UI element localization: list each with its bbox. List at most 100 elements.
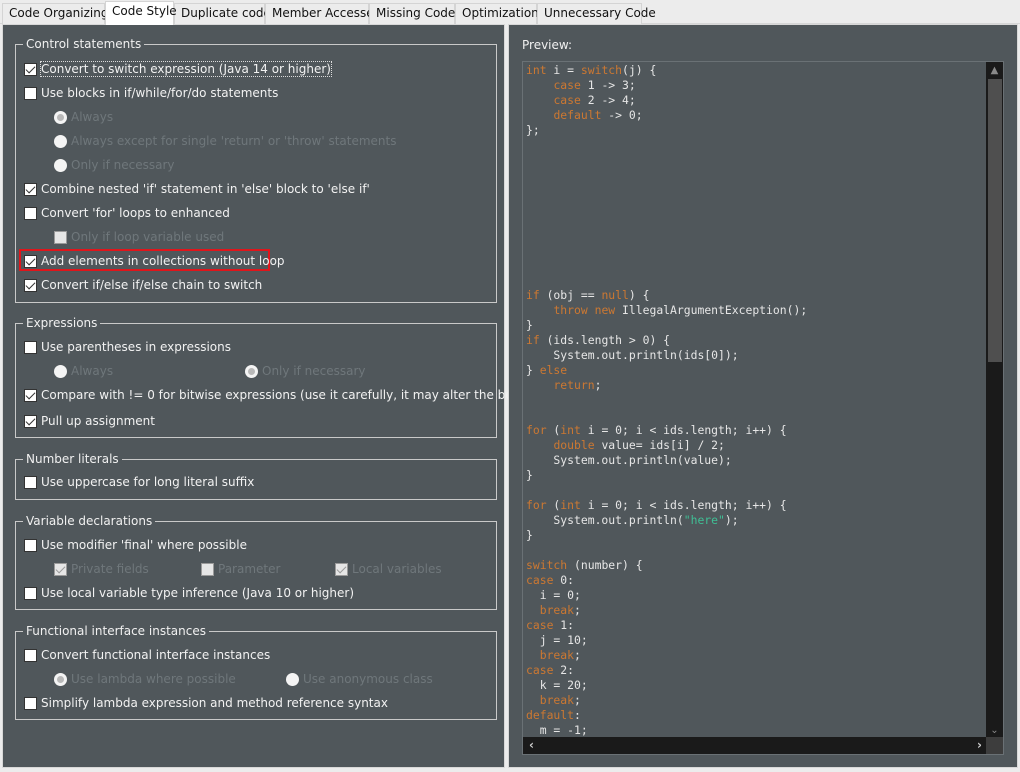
uppercase-suffix-checkbox[interactable]: Use uppercase for long literal suffix: [24, 473, 254, 491]
radio-label: Always: [71, 364, 114, 378]
convert-ifelse-checkbox[interactable]: Convert if/else if/else chain to switch: [24, 276, 262, 294]
vertical-scrollbar[interactable]: ▲ ⌄: [986, 62, 1003, 739]
checkbox-box[interactable]: [24, 182, 37, 196]
group-expressions: Expressions Use parentheses in expressio…: [15, 315, 555, 438]
tab-member-accesses[interactable]: Member Accesses: [265, 3, 380, 24]
use-lambda-radio[interactable]: Use lambda where possible: [54, 670, 236, 688]
checkbox-box[interactable]: [24, 206, 37, 220]
checkbox-box[interactable]: [24, 278, 37, 292]
checkbox-label: Local variables: [352, 562, 442, 576]
radio-circle[interactable]: [54, 672, 67, 686]
blocks-always-except-radio[interactable]: Always except for single 'return' or 'th…: [54, 132, 397, 150]
chevron-left-icon[interactable]: ‹: [523, 737, 540, 754]
code-line: j = 10;: [526, 633, 588, 647]
preview-label: Preview:: [522, 38, 573, 52]
radio-label: Use lambda where possible: [71, 672, 236, 686]
private-fields-checkbox[interactable]: Private fields: [54, 560, 149, 578]
checkbox-label: Parameter: [218, 562, 281, 576]
checkbox-label: Use parentheses in expressions: [41, 340, 231, 354]
checkbox-box[interactable]: [24, 62, 37, 76]
checkbox-label: Pull up assignment: [41, 414, 155, 428]
tab-missing-code[interactable]: Missing Code: [369, 3, 455, 24]
tab-duplicate-code[interactable]: Duplicate code: [174, 3, 271, 24]
checkbox-label: Only if loop variable used: [71, 230, 225, 244]
scrollbar-thumb[interactable]: [988, 79, 1002, 362]
add-elements-checkbox[interactable]: Add elements in collections without loop: [24, 252, 285, 270]
checkbox-box[interactable]: [24, 86, 37, 100]
code-line: for (int i = 0; i < ids.length; i++) {: [526, 423, 787, 437]
radio-circle[interactable]: [54, 158, 67, 172]
use-final-checkbox[interactable]: Use modifier 'final' where possible: [24, 536, 247, 554]
only-if-loop-var-checkbox[interactable]: Only if loop variable used: [54, 228, 224, 246]
local-variables-checkbox[interactable]: Local variables: [335, 560, 442, 578]
checkbox-box[interactable]: [24, 696, 37, 710]
checkbox-box[interactable]: [201, 562, 214, 576]
group-title: Expressions: [23, 315, 101, 331]
preview-code-editor[interactable]: int i = switch(j) { case 1 -> 3; case 2 …: [522, 61, 1004, 755]
tab-bar: Code Organizing Code Style Duplicate cod…: [0, 0, 1020, 25]
radio-label: Always: [71, 110, 114, 124]
radio-circle[interactable]: [286, 672, 299, 686]
checkbox-box[interactable]: [24, 340, 37, 354]
radio-label: Use anonymous class: [303, 672, 433, 686]
tab-code-style[interactable]: Code Style: [105, 1, 177, 25]
code-line: case 0:: [526, 573, 575, 587]
preview-panel: Preview: int i = switch(j) { case 1 -> 3…: [508, 24, 1018, 768]
use-blocks-checkbox[interactable]: Use blocks in if/while/for/do statements: [24, 84, 278, 102]
radio-circle[interactable]: [54, 364, 67, 378]
tab-code-organizing[interactable]: Code Organizing: [2, 3, 108, 24]
code-line: default:: [526, 708, 581, 722]
tab-optimization[interactable]: Optimization: [455, 3, 539, 24]
code-line: k = 20;: [526, 678, 588, 692]
group-title: Variable declarations: [23, 513, 156, 529]
use-anonymous-radio[interactable]: Use anonymous class: [286, 670, 433, 688]
code-line: System.out.println(value);: [526, 453, 732, 467]
code-line: for (int i = 0; i < ids.length; i++) {: [526, 498, 787, 512]
radio-label: Only if necessary: [71, 158, 175, 172]
convert-switch-checkbox[interactable]: Convert to switch expression (Java 14 or…: [24, 60, 332, 78]
simplify-lambda-checkbox[interactable]: Simplify lambda expression and method re…: [24, 694, 388, 712]
checkbox-box[interactable]: [24, 538, 37, 552]
radio-circle[interactable]: [245, 364, 258, 378]
checkbox-box[interactable]: [24, 648, 37, 662]
radio-circle[interactable]: [54, 134, 67, 148]
convert-for-checkbox[interactable]: Convert 'for' loops to enhanced: [24, 204, 230, 222]
code-line: break;: [539, 603, 581, 617]
local-type-inference-checkbox[interactable]: Use local variable type inference (Java …: [24, 584, 354, 602]
chevron-up-icon[interactable]: ▲: [986, 62, 1003, 79]
checkbox-box[interactable]: [24, 586, 37, 600]
blocks-only-if-necessary-radio[interactable]: Only if necessary: [54, 156, 175, 174]
parentheses-only-if-necessary-radio[interactable]: Only if necessary: [245, 362, 366, 380]
radio-label: Only if necessary: [262, 364, 366, 378]
blocks-always-radio[interactable]: Always: [54, 108, 113, 126]
radio-circle[interactable]: [54, 110, 67, 124]
group-title: Number literals: [23, 451, 122, 467]
parentheses-always-radio[interactable]: Always: [54, 362, 113, 380]
code-line: System.out.println("here");: [526, 513, 739, 527]
checkbox-box[interactable]: [335, 562, 348, 576]
combine-nested-checkbox[interactable]: Combine nested 'if' statement in 'else' …: [24, 180, 370, 198]
checkbox-box[interactable]: [24, 388, 37, 402]
pull-up-assignment-checkbox[interactable]: Pull up assignment: [24, 412, 155, 430]
convert-functional-checkbox[interactable]: Convert functional interface instances: [24, 646, 270, 664]
code-line: if (ids.length > 0) {: [526, 333, 671, 347]
parameter-checkbox[interactable]: Parameter: [201, 560, 280, 578]
checkbox-box[interactable]: [24, 414, 37, 428]
tab-unnecessary-code[interactable]: Unnecessary Code: [537, 3, 656, 24]
group-variable-declarations: Variable declarations Use modifier 'fina…: [15, 513, 497, 610]
use-parentheses-checkbox[interactable]: Use parentheses in expressions: [24, 338, 231, 356]
code-line: throw new IllegalArgumentException();: [553, 303, 808, 317]
group-title: Functional interface instances: [23, 623, 209, 639]
checkbox-label: Private fields: [71, 562, 149, 576]
checkbox-label: Use blocks in if/while/for/do statements: [41, 86, 279, 100]
radio-label: Always except for single 'return' or 'th…: [71, 134, 397, 148]
code-line: if (obj == null) {: [526, 288, 650, 302]
checkbox-box[interactable]: [24, 475, 37, 489]
horizontal-scrollbar[interactable]: ‹ ›: [523, 737, 988, 754]
checkbox-box[interactable]: [24, 254, 37, 268]
checkbox-box[interactable]: [54, 230, 67, 244]
checkbox-label: Combine nested 'if' statement in 'else' …: [41, 182, 370, 196]
checkbox-box[interactable]: [54, 562, 67, 576]
group-control-statements: Control statements Convert to switch exp…: [15, 36, 497, 303]
compare-bitwise-checkbox[interactable]: Compare with != 0 for bitwise expression…: [24, 386, 555, 404]
